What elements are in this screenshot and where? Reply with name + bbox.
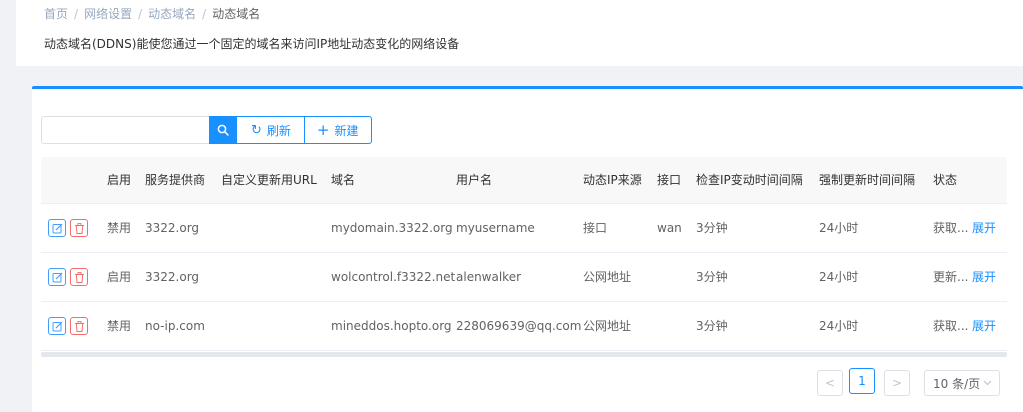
- row-actions: [48, 317, 92, 335]
- cell-domain: mydomain.3322.org: [331, 221, 453, 235]
- cell-check-interval: 3分钟: [696, 270, 728, 284]
- cell-enabled: 禁用: [107, 319, 132, 333]
- delete-button[interactable]: [70, 219, 88, 237]
- next-page-button[interactable]: >: [884, 370, 910, 396]
- refresh-icon: ↻: [251, 122, 262, 138]
- breadcrumb-separator: /: [202, 7, 207, 21]
- delete-button[interactable]: [70, 268, 88, 286]
- cell-username: alenwalker: [456, 270, 522, 284]
- edit-icon: [52, 321, 62, 331]
- col-enabled: 启用: [107, 173, 132, 187]
- cell-provider: 3322.org: [145, 270, 200, 284]
- breadcrumb: 首页 / 网络设置 / 动态域名 / 动态域名: [44, 5, 260, 22]
- add-button[interactable]: + 新建: [303, 116, 372, 144]
- ddns-card: ↻ 刷新 + 新建 启用 服务提供商 自定义更新用URL 域名 用户名 动态IP来源…: [32, 86, 1023, 412]
- row-actions: [48, 219, 92, 237]
- cell-ip-source: 接口: [583, 221, 608, 235]
- cell-status: 获取...: [933, 319, 969, 333]
- page-number-button[interactable]: 1: [849, 368, 875, 394]
- col-check-interval: 检查IP变动时间间隔: [696, 173, 803, 187]
- expand-link[interactable]: 展开: [972, 204, 996, 252]
- col-username: 用户名: [456, 173, 493, 187]
- cell-username: 228069639@qq.com: [456, 319, 582, 333]
- trash-icon: [74, 222, 84, 234]
- table-header: 启用 服务提供商 自定义更新用URL 域名 用户名 动态IP来源 接口 检查IP…: [41, 157, 1007, 204]
- cell-provider: 3322.org: [145, 221, 200, 235]
- edit-button[interactable]: [48, 268, 66, 286]
- table-row: 禁用 3322.org mydomain.3322.org myusername…: [41, 204, 1007, 253]
- search-input[interactable]: [41, 116, 209, 144]
- refresh-button[interactable]: ↻ 刷新: [237, 116, 304, 144]
- expand-link[interactable]: 展开: [972, 302, 996, 350]
- edit-icon: [52, 223, 62, 233]
- table-row: 禁用 no-ip.com mineddos.hopto.org 22806963…: [41, 302, 1007, 351]
- prev-page-button[interactable]: <: [817, 370, 843, 396]
- cell-ip-source: 公网地址: [583, 270, 632, 284]
- breadcrumb-separator: /: [74, 7, 79, 21]
- col-force-interval: 强制更新时间间隔: [819, 173, 916, 187]
- cell-check-interval: 3分钟: [696, 319, 728, 333]
- cell-status: 获取...: [933, 221, 969, 235]
- page-size-value: 10 条/页: [933, 376, 981, 391]
- search-button[interactable]: [209, 116, 237, 144]
- edit-icon: [52, 272, 62, 282]
- cell-force-interval: 24小时: [819, 319, 859, 333]
- page-size-select[interactable]: 10 条/页: [924, 370, 1000, 396]
- cell-force-interval: 24小时: [819, 270, 859, 284]
- col-status: 状态: [933, 173, 958, 187]
- edit-button[interactable]: [48, 317, 66, 335]
- add-label: 新建: [334, 123, 359, 138]
- cell-domain: mineddos.hopto.org: [331, 319, 452, 333]
- cell-provider: no-ip.com: [145, 319, 205, 333]
- trash-icon: [74, 271, 84, 283]
- col-interface: 接口: [657, 173, 682, 187]
- col-domain: 域名: [331, 173, 356, 187]
- col-ip-source: 动态IP来源: [583, 173, 642, 187]
- cell-enabled: 启用: [107, 270, 132, 284]
- cell-enabled: 禁用: [107, 221, 132, 235]
- expand-link[interactable]: 展开: [972, 253, 996, 301]
- horizontal-scrollbar[interactable]: [41, 352, 1007, 357]
- table-row: 启用 3322.org wolcontrol.f3322.net alenwal…: [41, 253, 1007, 302]
- trash-icon: [74, 320, 84, 332]
- breadcrumb-home[interactable]: 首页: [44, 7, 68, 21]
- edit-button[interactable]: [48, 219, 66, 237]
- cell-interface: wan: [657, 221, 682, 235]
- col-custom-url: 自定义更新用URL: [221, 173, 317, 187]
- row-actions: [48, 268, 92, 286]
- cell-status: 更新...: [933, 270, 969, 284]
- page-description: 动态域名(DDNS)能使您通过一个固定的域名来访问IP地址动态变化的网络设备: [44, 37, 460, 51]
- refresh-label: 刷新: [266, 123, 291, 138]
- search-icon: [217, 124, 229, 136]
- chevron-down-icon: [983, 380, 992, 386]
- cell-ip-source: 公网地址: [583, 319, 632, 333]
- breadcrumb-ddns[interactable]: 动态域名: [148, 7, 196, 21]
- cell-domain: wolcontrol.f3322.net: [331, 270, 456, 284]
- breadcrumb-current: 动态域名: [212, 7, 261, 21]
- delete-button[interactable]: [70, 317, 88, 335]
- cell-check-interval: 3分钟: [696, 221, 728, 235]
- ddns-table: 启用 服务提供商 自定义更新用URL 域名 用户名 动态IP来源 接口 检查IP…: [41, 157, 1007, 357]
- cell-force-interval: 24小时: [819, 221, 859, 235]
- col-provider: 服务提供商: [145, 173, 206, 187]
- plus-icon: +: [316, 121, 330, 139]
- breadcrumb-network-settings[interactable]: 网络设置: [84, 7, 132, 21]
- cell-username: myusername: [456, 221, 535, 235]
- toolbar: ↻ 刷新 + 新建: [41, 116, 372, 144]
- page-header: 首页 / 网络设置 / 动态域名 / 动态域名 动态域名(DDNS)能使您通过一个固定的域名…: [16, 0, 1023, 66]
- breadcrumb-separator: /: [138, 7, 143, 21]
